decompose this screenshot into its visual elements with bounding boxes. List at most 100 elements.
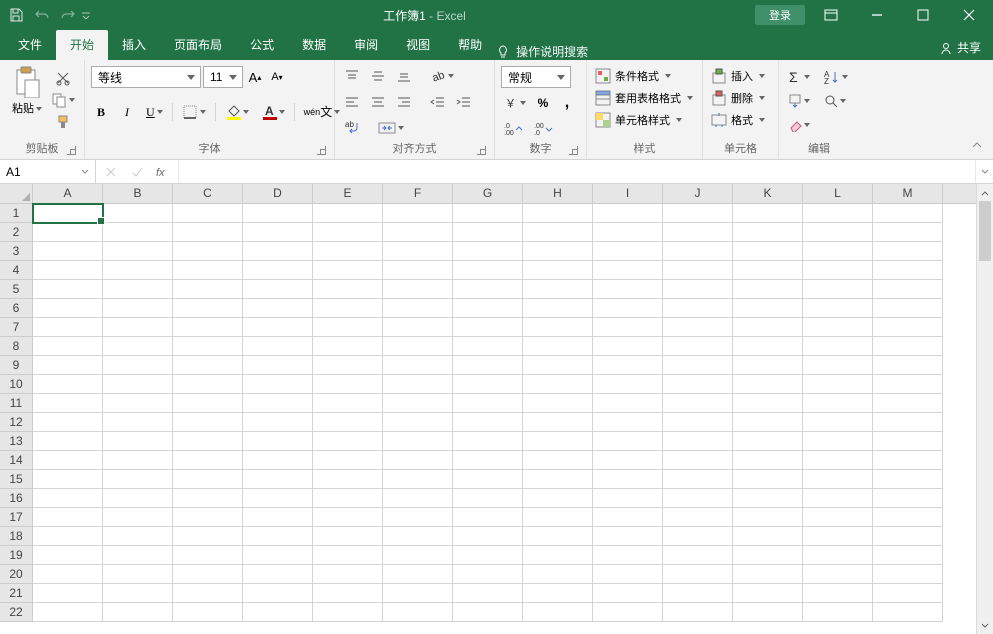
cell[interactable] (103, 337, 173, 356)
cell[interactable] (593, 470, 663, 489)
row-header[interactable]: 11 (0, 394, 32, 413)
align-left-button[interactable] (341, 92, 363, 112)
tab-view[interactable]: 视图 (392, 30, 444, 60)
cell[interactable] (33, 432, 103, 451)
row-header[interactable]: 3 (0, 242, 32, 261)
cell[interactable] (243, 337, 313, 356)
cell[interactable] (243, 280, 313, 299)
scroll-down-button[interactable] (977, 617, 993, 634)
cell[interactable] (173, 603, 243, 622)
cell[interactable] (873, 508, 943, 527)
align-bottom-button[interactable] (393, 66, 415, 86)
cell[interactable] (33, 318, 103, 337)
ribbon-display-icon[interactable] (811, 1, 851, 29)
cell[interactable] (313, 204, 383, 223)
cell[interactable] (173, 337, 243, 356)
cell[interactable] (313, 318, 383, 337)
cell[interactable] (453, 470, 523, 489)
cell[interactable] (593, 318, 663, 337)
row-header[interactable]: 16 (0, 489, 32, 508)
cell[interactable] (593, 375, 663, 394)
cell[interactable] (873, 565, 943, 584)
cancel-formula-button[interactable] (102, 163, 120, 181)
cell[interactable] (383, 546, 453, 565)
close-icon[interactable] (949, 1, 989, 29)
cell[interactable] (663, 318, 733, 337)
cell[interactable] (313, 375, 383, 394)
cell[interactable] (313, 242, 383, 261)
column-header[interactable]: A (33, 184, 103, 203)
formula-input[interactable] (179, 160, 975, 183)
column-header[interactable]: M (873, 184, 943, 203)
cell[interactable] (663, 413, 733, 432)
cell[interactable] (173, 223, 243, 242)
expand-formula-bar-button[interactable] (975, 160, 993, 183)
row-header[interactable]: 19 (0, 546, 32, 565)
cell[interactable] (383, 204, 453, 223)
cell[interactable] (173, 451, 243, 470)
cell[interactable] (873, 356, 943, 375)
cell[interactable] (523, 356, 593, 375)
delete-cells-button[interactable]: 删除 (709, 89, 767, 107)
cell[interactable] (453, 337, 523, 356)
cell[interactable] (523, 432, 593, 451)
group-label-clipboard[interactable]: 剪贴板 (6, 138, 78, 159)
cell[interactable] (243, 489, 313, 508)
cell[interactable] (663, 603, 733, 622)
clear-button[interactable] (785, 115, 813, 135)
cell[interactable] (103, 375, 173, 394)
cell[interactable] (383, 584, 453, 603)
cell[interactable] (523, 280, 593, 299)
cell[interactable] (453, 584, 523, 603)
cell[interactable] (593, 299, 663, 318)
cell[interactable] (103, 280, 173, 299)
cell[interactable] (33, 584, 103, 603)
cell[interactable] (663, 489, 733, 508)
cell[interactable] (733, 603, 803, 622)
group-label-font[interactable]: 字体 (91, 138, 328, 159)
cell[interactable] (173, 470, 243, 489)
cell[interactable] (383, 261, 453, 280)
cell[interactable] (313, 299, 383, 318)
row-header[interactable]: 21 (0, 584, 32, 603)
cell[interactable] (733, 432, 803, 451)
cell[interactable] (313, 451, 383, 470)
cell[interactable] (453, 242, 523, 261)
tab-formulas[interactable]: 公式 (236, 30, 288, 60)
cell[interactable] (523, 508, 593, 527)
cell[interactable] (663, 204, 733, 223)
cell[interactable] (383, 280, 453, 299)
cell[interactable] (733, 337, 803, 356)
cell[interactable] (173, 356, 243, 375)
cell[interactable] (383, 565, 453, 584)
increase-indent-button[interactable] (453, 92, 475, 112)
accounting-button[interactable]: ￥ (501, 93, 529, 113)
cell[interactable] (103, 565, 173, 584)
cell[interactable] (383, 527, 453, 546)
cell[interactable] (663, 223, 733, 242)
cell[interactable] (313, 565, 383, 584)
share-button[interactable]: 共享 (939, 39, 981, 56)
cell[interactable] (593, 451, 663, 470)
cell-styles-button[interactable]: 单元格样式 (593, 111, 684, 129)
cell[interactable] (453, 546, 523, 565)
conditional-format-button[interactable]: 条件格式 (593, 67, 673, 85)
cell[interactable] (593, 432, 663, 451)
cell[interactable] (313, 603, 383, 622)
insert-function-button[interactable]: fx (154, 163, 172, 181)
cell[interactable] (733, 261, 803, 280)
cell[interactable] (103, 413, 173, 432)
cell[interactable] (453, 432, 523, 451)
cell[interactable] (803, 261, 873, 280)
cell[interactable] (313, 489, 383, 508)
italic-button[interactable]: I (117, 102, 137, 122)
comma-button[interactable]: , (557, 92, 577, 114)
row-header[interactable]: 8 (0, 337, 32, 356)
group-label-alignment[interactable]: 对齐方式 (341, 138, 488, 159)
cell[interactable] (523, 584, 593, 603)
cell[interactable] (733, 527, 803, 546)
row-header[interactable]: 2 (0, 223, 32, 242)
cell[interactable] (803, 242, 873, 261)
cell[interactable] (803, 584, 873, 603)
font-size-combo[interactable]: 11 (203, 66, 243, 88)
